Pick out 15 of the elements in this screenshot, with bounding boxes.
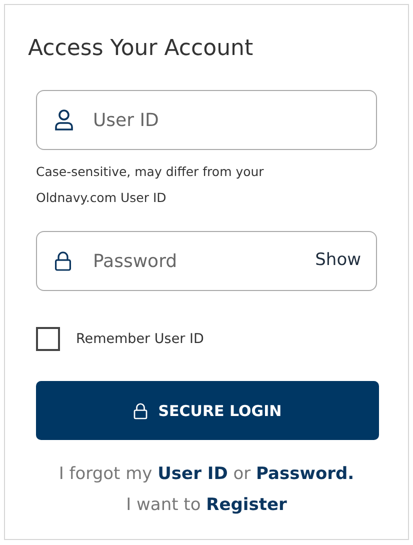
secure-login-button[interactable]: SECURE LOGIN	[36, 381, 379, 440]
user-id-link[interactable]: User ID	[158, 464, 228, 484]
page-title: Access Your Account	[28, 35, 254, 63]
remember-checkbox[interactable]	[36, 327, 60, 351]
password-link[interactable]: Password.	[256, 464, 354, 484]
user-id-field[interactable]: User ID	[36, 90, 377, 150]
forgot-credentials-text: I forgot my User ID or Password.	[58, 463, 356, 486]
user-id-hint: Case-sensitive, may differ from your Oldnavy.com User ID	[36, 163, 265, 207]
show-password-button[interactable]: Show	[315, 250, 361, 270]
register-link[interactable]: Register	[206, 495, 287, 515]
register-text: I want to Register	[125, 494, 288, 517]
person-icon	[54, 109, 74, 131]
lock-icon	[54, 250, 72, 272]
remember-label: Remember User ID	[76, 331, 204, 347]
lock-icon	[133, 402, 148, 420]
